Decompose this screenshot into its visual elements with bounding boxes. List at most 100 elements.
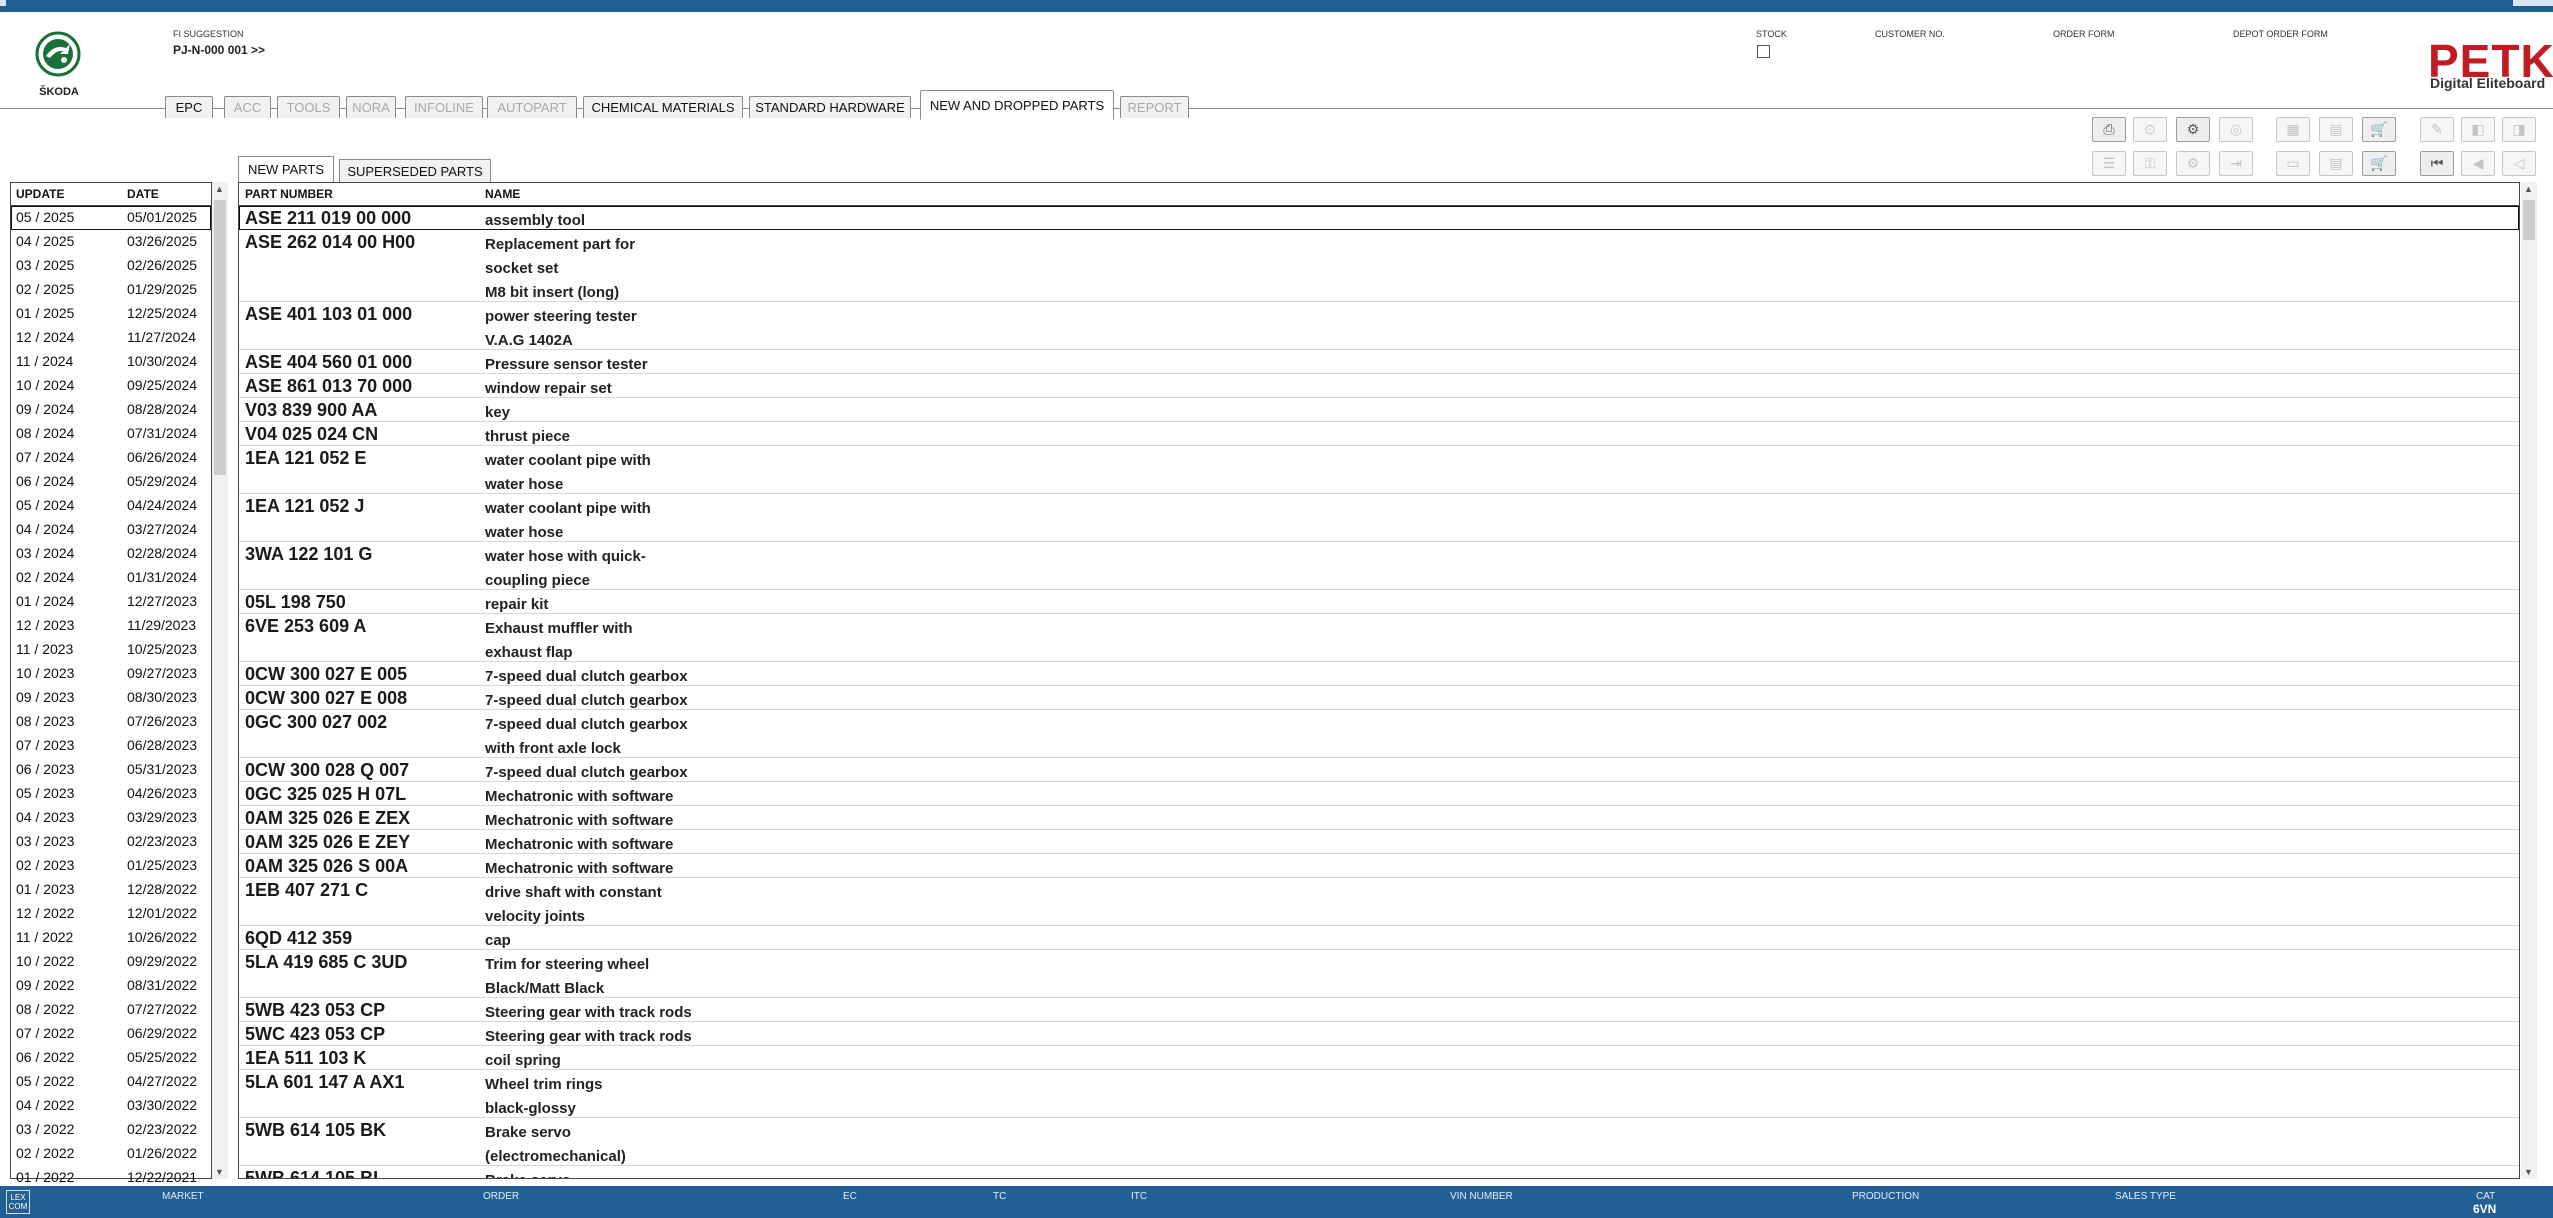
tab-standard-hardware[interactable]: STANDARD HARDWARE — [749, 96, 911, 118]
pin-icon[interactable]: ✎ — [2420, 117, 2454, 142]
date-row[interactable]: 03 / 2022 02/23/2022 — [11, 1118, 211, 1142]
date-row[interactable]: 02 / 2025 01/29/2025 — [11, 278, 211, 302]
date-row[interactable]: 02 / 2022 01/26/2022 — [11, 1142, 211, 1166]
date-row[interactable]: 03 / 2025 02/26/2025 — [11, 254, 211, 278]
stock-checkbox[interactable] — [1757, 45, 1770, 58]
order-form-label[interactable]: ORDER FORM — [2053, 29, 2115, 39]
tab-new-and-dropped-parts[interactable]: NEW AND DROPPED PARTS — [920, 90, 1114, 120]
scroll-down-icon[interactable]: ▼ — [215, 1167, 224, 1177]
cart-icon[interactable]: 🛒 — [2362, 117, 2396, 142]
date-row[interactable]: 08 / 2023 07/26/2023 — [11, 710, 211, 734]
table-row[interactable]: 0GC 325 025 H 07L Mechatronic with softwa… — [239, 782, 2519, 806]
tab-tools[interactable]: TOOLS — [277, 96, 340, 118]
date-scroll-thumb[interactable] — [214, 200, 226, 475]
column-header-update[interactable]: UPDATE — [16, 183, 64, 205]
depot-order-form-label[interactable]: DEPOT ORDER FORM — [2233, 29, 2328, 39]
table-row[interactable]: ASE 262 014 00 H00 Replacement part for so… — [239, 230, 2519, 302]
magnify-book-icon[interactable]: ⊙ — [2133, 117, 2167, 142]
table-row[interactable]: 3WA 122 101 G water hose with quick-coupl… — [239, 542, 2519, 590]
key-icon[interactable]: ⚿ — [2133, 151, 2167, 176]
tab-chemical-materials[interactable]: CHEMICAL MATERIALS — [583, 96, 743, 118]
date-row[interactable]: 04 / 2024 03/27/2024 — [11, 518, 211, 542]
table-row[interactable]: 5LA 601 147 A AX1 Wheel trim rings black-g… — [239, 1070, 2519, 1118]
date-row[interactable]: 01 / 2025 12/25/2024 — [11, 302, 211, 326]
tab-acc[interactable]: ACC — [224, 96, 271, 118]
table-row[interactable]: 6QD 412 359 cap — [239, 926, 2519, 950]
date-row[interactable]: 12 / 2024 11/27/2024 — [11, 326, 211, 350]
date-row[interactable]: 09 / 2022 08/31/2022 — [11, 974, 211, 998]
table-row[interactable]: ASE 211 019 00 000 assembly tool — [239, 206, 2519, 230]
depot-add-icon[interactable]: ▤ — [2319, 151, 2353, 176]
date-row[interactable]: 01 / 2024 12/27/2023 — [11, 590, 211, 614]
table-row[interactable]: ASE 404 560 01 000 Pressure sensor tester — [239, 350, 2519, 374]
tab-autopart[interactable]: AUTOPART — [487, 96, 577, 118]
date-row[interactable]: 06 / 2022 05/25/2022 — [11, 1046, 211, 1070]
table-row[interactable]: V04 025 024 CN thrust piece — [239, 422, 2519, 446]
date-row[interactable]: 04 / 2023 03/29/2023 — [11, 806, 211, 830]
car-service-icon[interactable]: ⚙ — [2176, 151, 2210, 176]
date-row[interactable]: 06 / 2024 05/29/2024 — [11, 470, 211, 494]
table-row[interactable]: V03 839 900 AA key — [239, 398, 2519, 422]
table-row[interactable]: 5WC 423 053 CP Steering gear with track r… — [239, 1022, 2519, 1046]
date-row[interactable]: 08 / 2024 07/31/2024 — [11, 422, 211, 446]
customer-no-label[interactable]: CUSTOMER NO. — [1875, 29, 1945, 39]
scroll-up-icon[interactable]: ▲ — [215, 184, 224, 194]
date-row[interactable]: 02 / 2024 01/31/2024 — [11, 566, 211, 590]
table-row[interactable]: 6VE 253 609 A Exhaust muffler with exhaust… — [239, 614, 2519, 662]
tab-nora[interactable]: NORA — [346, 96, 396, 118]
parts-scroll-thumb[interactable] — [2523, 200, 2535, 240]
scroll-down-icon[interactable]: ▼ — [2524, 1167, 2533, 1177]
table-row[interactable]: 1EA 511 103 Kcoil spring — [239, 1046, 2519, 1070]
glasses-icon[interactable]: ◎ — [2219, 117, 2253, 142]
date-row[interactable]: 05 / 2024 04/24/2024 — [11, 494, 211, 518]
table-row[interactable]: 0CW 300 027 E 008 7-speed dual clutch gea… — [239, 686, 2519, 710]
depot-icon[interactable]: ▤ — [2319, 117, 2353, 142]
scroll-up-icon[interactable]: ▲ — [2524, 184, 2533, 194]
date-row[interactable]: 07 / 2024 06/26/2024 — [11, 446, 211, 470]
date-row[interactable]: 11 / 2024 10/30/2024 — [11, 350, 211, 374]
date-row[interactable]: 08 / 2022 07/27/2022 — [11, 998, 211, 1022]
page-back-icon[interactable]: ◧ — [2461, 117, 2495, 142]
date-row[interactable]: 09 / 2024 08/28/2024 — [11, 398, 211, 422]
table-row[interactable]: 1EA 121 052 J water coolant pipe with wate… — [239, 494, 2519, 542]
date-row[interactable]: 01 / 2023 12/28/2022 — [11, 878, 211, 902]
date-row[interactable]: 02 / 2023 01/25/2023 — [11, 854, 211, 878]
date-row[interactable]: 09 / 2023 08/30/2023 — [11, 686, 211, 710]
tab-new-parts[interactable]: NEW PARTS — [238, 156, 334, 182]
table-row[interactable]: 5LA 419 685 C 3UD Trim for steering wheel… — [239, 950, 2519, 998]
table-row[interactable]: 5WB 614 105 BL Brake servo — [239, 1166, 2519, 1178]
fi-suggestion-link[interactable]: PJ-N-000 001 >> — [173, 43, 265, 57]
first-icon[interactable]: ⏮ — [2420, 151, 2454, 176]
date-row[interactable]: 12 / 2022 12/01/2022 — [11, 902, 211, 926]
date-row[interactable]: 10 / 2022 09/29/2022 — [11, 950, 211, 974]
table-row[interactable]: 05L 198 750 repair kit — [239, 590, 2519, 614]
print-icon[interactable]: ⎙ — [2092, 117, 2126, 142]
table-row[interactable]: 0CW 300 027 E 005 7-speed dual clutch gea… — [239, 662, 2519, 686]
date-row[interactable]: 04 / 2022 03/30/2022 — [11, 1094, 211, 1118]
arrow-line-icon[interactable]: ⇥ — [2219, 151, 2253, 176]
column-header-part-number[interactable]: PART NUMBER — [245, 183, 333, 205]
table-row[interactable]: 0CW 300 028 Q 007 7-speed dual clutch gea… — [239, 758, 2519, 782]
table-row[interactable]: 5WB 423 053 CP Steering gear with track r… — [239, 998, 2519, 1022]
date-row[interactable]: 05 / 2025 05/01/2025 — [11, 206, 211, 230]
date-row[interactable]: 05 / 2023 04/26/2023 — [11, 782, 211, 806]
table-row[interactable]: 0AM 325 026 E ZEY Mechatronic with softwa… — [239, 830, 2519, 854]
cart-add-icon[interactable]: 🛒 — [2362, 151, 2396, 176]
date-row[interactable]: 12 / 2023 11/29/2023 — [11, 614, 211, 638]
table-row[interactable]: 1EB 407 271 C drive shaft with constant ve… — [239, 878, 2519, 926]
table-row[interactable]: ASE 861 013 70 000 window repair set — [239, 374, 2519, 398]
column-header-name[interactable]: NAME — [485, 183, 520, 205]
tab-superseded-parts[interactable]: SUPERSEDED PARTS — [339, 159, 491, 182]
date-row[interactable]: 11 / 2022 10/26/2022 — [11, 926, 211, 950]
parts-scrollbar[interactable]: ▲ ▼ — [2521, 182, 2537, 1179]
date-row[interactable]: 03 / 2024 02/28/2024 — [11, 542, 211, 566]
table-row[interactable]: 5WB 614 105 BK Brake servo (electromechani… — [239, 1118, 2519, 1166]
column-header-date[interactable]: DATE — [127, 183, 159, 205]
table-row[interactable]: ASE 401 103 01 000 power steering tester V… — [239, 302, 2519, 350]
list-icon[interactable]: ☰ — [2092, 151, 2126, 176]
prev-icon[interactable]: ◀ — [2461, 151, 2495, 176]
date-row[interactable]: 05 / 2022 04/27/2022 — [11, 1070, 211, 1094]
table-row[interactable]: 0AM 325 026 S 00A Mechatronic with softwa… — [239, 854, 2519, 878]
table-row[interactable]: 0GC 300 027 002 7-speed dual clutch gearb… — [239, 710, 2519, 758]
date-row[interactable]: 06 / 2023 05/31/2023 — [11, 758, 211, 782]
